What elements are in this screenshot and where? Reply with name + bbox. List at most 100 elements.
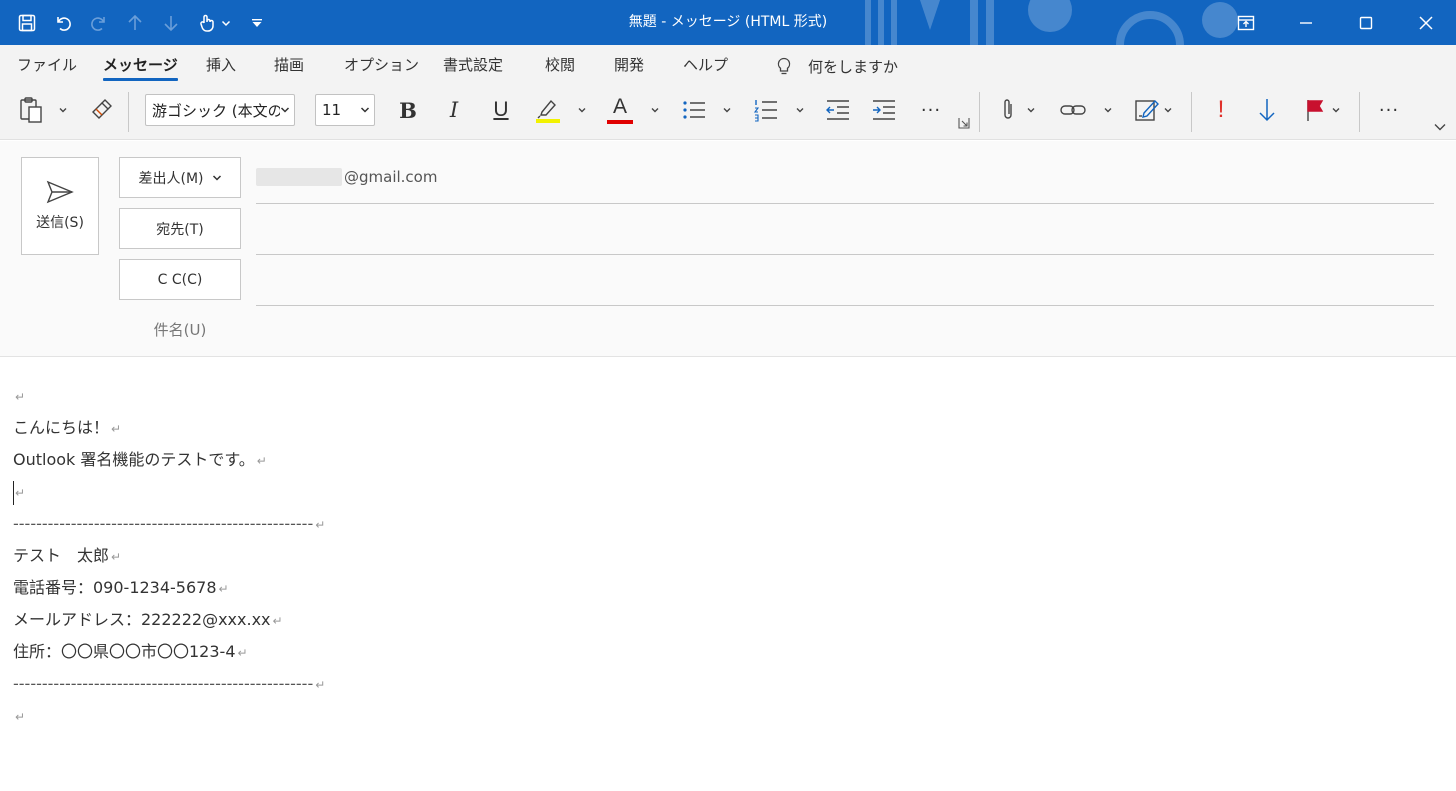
to-label: 宛先(T)	[156, 221, 204, 238]
dialog-launcher-icon	[958, 118, 970, 129]
body-line: ↵	[13, 476, 1433, 508]
cc-button[interactable]: C C(C)	[119, 259, 241, 300]
underline-button[interactable]: U	[487, 94, 515, 126]
tab-options[interactable]: オプション	[344, 55, 419, 79]
send-label: 送信(S)	[36, 215, 84, 231]
bullets-dropdown[interactable]	[721, 94, 733, 126]
body-line-text: メールアドレス：222222@xxx.xx	[13, 610, 271, 629]
font-size-select[interactable]: 11	[315, 94, 375, 126]
body-line: テスト 太郎 ↵	[13, 540, 1433, 572]
attach-file-dropdown[interactable]	[1025, 94, 1037, 126]
body-line-text: こんにちは！	[13, 418, 110, 437]
menu-bar: ファイル メッセージ 挿入 描画 オプション 書式設定 校閲 開発 ヘルプ 何を…	[0, 45, 1456, 85]
to-input[interactable]	[256, 213, 1434, 251]
tab-message[interactable]: メッセージ	[103, 55, 178, 81]
maximize-icon[interactable]	[1336, 0, 1396, 45]
ribbon-separator	[128, 92, 129, 132]
cc-input[interactable]	[256, 263, 1434, 301]
chevron-down-icon	[1104, 108, 1112, 113]
body-line: メールアドレス：222222@xxx.xx ↵	[13, 604, 1433, 636]
link-button[interactable]	[1058, 94, 1088, 126]
paragraph-mark-icon: ↵	[315, 678, 326, 692]
bold-label: B	[399, 97, 417, 123]
tab-format-text[interactable]: 書式設定	[443, 55, 503, 79]
decrease-indent-button[interactable]	[824, 94, 852, 126]
lightbulb-icon	[777, 57, 791, 75]
font-color-button[interactable]: A	[604, 94, 636, 126]
send-button[interactable]: 送信(S)	[21, 157, 99, 255]
field-divider	[256, 203, 1434, 204]
link-icon	[1060, 105, 1086, 115]
format-painter-button[interactable]	[87, 94, 115, 126]
more-formatting-button[interactable]: ···	[916, 94, 946, 126]
paragraph-mark-icon: ↵	[15, 710, 26, 724]
font-name-value: 游ゴシック (本文の	[152, 101, 283, 120]
body-line: 電話番号：090-1234-5678 ↵	[13, 572, 1433, 604]
more-commands-button[interactable]: ···	[1374, 94, 1404, 126]
chevron-down-icon	[360, 107, 370, 113]
numbering-button[interactable]	[751, 94, 781, 126]
paragraph-mark-icon: ↵	[237, 646, 248, 660]
title-bar: 無題 - メッセージ (HTML 形式)	[0, 0, 1456, 45]
ribbon-display-icon[interactable]	[1216, 0, 1276, 45]
ribbon-separator	[1191, 92, 1192, 132]
increase-indent-button[interactable]	[870, 94, 898, 126]
flag-dropdown[interactable]	[1330, 94, 1342, 126]
ribbon-separator	[979, 92, 980, 132]
signature-dropdown[interactable]	[1162, 94, 1174, 126]
paste-dropdown[interactable]	[56, 94, 70, 126]
format-painter-icon	[92, 99, 112, 119]
tab-file[interactable]: ファイル	[17, 55, 77, 79]
message-body[interactable]: ↵ こんにちは！ ↵ Outlook 署名機能のテストです。 ↵ ↵ -----------…	[13, 380, 1433, 732]
body-line-text: 電話番号：090-1234-5678	[13, 578, 217, 597]
underline-label: U	[493, 98, 509, 121]
subject-label: 件名(U)	[153, 321, 207, 339]
tell-me-search[interactable]: 何をしますか	[774, 53, 898, 79]
paragraph-mark-icon: ↵	[256, 454, 267, 468]
font-color-dropdown[interactable]	[649, 94, 661, 126]
body-line: ↵	[13, 380, 1433, 412]
send-icon	[46, 180, 74, 204]
tab-review[interactable]: 校閲	[545, 55, 575, 79]
paste-button[interactable]	[16, 94, 46, 126]
minimize-icon[interactable]	[1276, 0, 1336, 45]
paragraph-mark-icon: ↵	[15, 390, 26, 404]
bold-button[interactable]: B	[394, 94, 422, 126]
tab-insert[interactable]: 挿入	[206, 55, 236, 79]
chevron-down-icon	[280, 105, 290, 115]
highlight-button[interactable]	[532, 94, 564, 126]
numbering-dropdown[interactable]	[794, 94, 806, 126]
to-button[interactable]: 宛先(T)	[119, 208, 241, 249]
bullets-button[interactable]	[679, 94, 709, 126]
attach-file-button[interactable]	[996, 94, 1020, 126]
highlighter-icon	[536, 99, 560, 123]
text-cursor	[13, 480, 14, 505]
link-dropdown[interactable]	[1102, 94, 1114, 126]
body-line-text: ----------------------------------------…	[13, 514, 314, 533]
high-importance-button[interactable]: !	[1210, 94, 1232, 126]
subject-input[interactable]	[256, 311, 1434, 349]
signature-button[interactable]	[1133, 94, 1161, 126]
tab-help[interactable]: ヘルプ	[683, 55, 728, 79]
font-name-select[interactable]: 游ゴシック (本文の	[145, 94, 295, 126]
follow-up-flag-button[interactable]	[1302, 94, 1328, 126]
dialog-launcher-button[interactable]	[957, 115, 971, 131]
highlight-dropdown[interactable]	[576, 94, 588, 126]
body-line: ↵	[13, 700, 1433, 732]
compose-header: 送信(S) 差出人(M) @gmail.com 宛先(T) C C(C) 件名(…	[0, 141, 1456, 357]
body-line-text: Outlook 署名機能のテストです。	[13, 450, 255, 469]
tab-developer[interactable]: 開発	[614, 55, 644, 79]
chevron-down-icon	[212, 174, 221, 181]
ribbon-expand-button[interactable]	[1433, 119, 1447, 135]
close-icon[interactable]	[1396, 0, 1456, 45]
tab-draw[interactable]: 描画	[274, 55, 304, 79]
from-value: @gmail.com	[256, 168, 437, 186]
font-color-letter: A	[612, 95, 627, 118]
tell-me-label: 何をしますか	[808, 57, 899, 76]
from-button[interactable]: 差出人(M)	[119, 157, 241, 198]
field-divider	[256, 254, 1434, 255]
signature-icon	[1135, 99, 1159, 121]
low-importance-button[interactable]	[1254, 94, 1280, 126]
chevron-down-icon	[1027, 108, 1035, 113]
italic-button[interactable]: I	[440, 94, 468, 126]
